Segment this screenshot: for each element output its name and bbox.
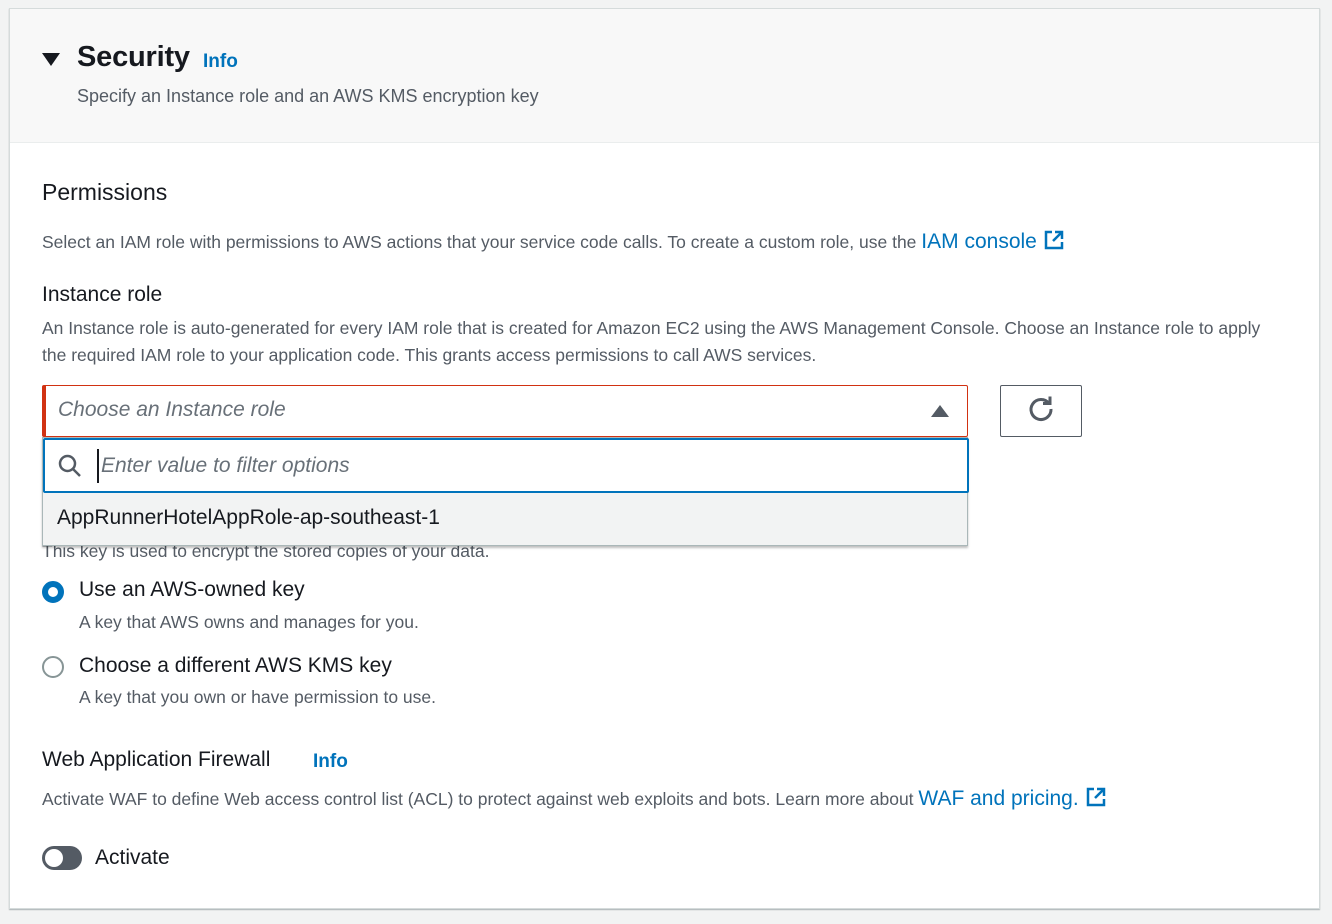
- waf-description: Activate WAF to define Web access contro…: [42, 786, 1107, 814]
- filter-box[interactable]: [43, 438, 969, 493]
- instance-role-label: Instance role: [42, 283, 163, 306]
- external-link-icon: [1043, 229, 1065, 257]
- iam-console-link-label: IAM console: [921, 230, 1037, 253]
- security-panel: Security Info Specify an Instance role a…: [9, 8, 1320, 909]
- custom-kms-key-label[interactable]: Choose a different AWS KMS key: [79, 654, 392, 678]
- external-link-icon: [1085, 786, 1107, 814]
- section-description: Specify an Instance role and an AWS KMS …: [77, 86, 539, 106]
- caret-down-icon[interactable]: [42, 53, 60, 66]
- aws-owned-key-label[interactable]: Use an AWS-owned key: [79, 578, 305, 602]
- aws-owned-key-radio[interactable]: [42, 581, 64, 603]
- aws-owned-key-description: A key that AWS owns and manages for you.: [79, 612, 419, 632]
- section-header[interactable]: Security Info Specify an Instance role a…: [10, 9, 1319, 143]
- waf-heading: Web Application Firewall: [42, 748, 271, 771]
- toggle-knob: [45, 849, 63, 867]
- custom-kms-key-radio[interactable]: [42, 656, 64, 678]
- refresh-button[interactable]: [1000, 385, 1082, 437]
- waf-toggle[interactable]: [42, 846, 82, 870]
- waf-info-link[interactable]: Info: [313, 751, 348, 773]
- permissions-heading: Permissions: [42, 179, 168, 205]
- permissions-description-text: Select an IAM role with permissions to A…: [42, 232, 917, 252]
- caret-up-icon: [931, 405, 949, 417]
- instance-role-placeholder: Choose an Instance role: [58, 398, 286, 421]
- instance-role-select[interactable]: Choose an Instance role: [42, 385, 968, 437]
- permissions-description: Select an IAM role with permissions to A…: [42, 229, 1065, 257]
- dropdown-option[interactable]: AppRunnerHotelAppRole-ap-southeast-1: [43, 493, 967, 545]
- custom-kms-key-description: A key that you own or have permission to…: [79, 687, 436, 707]
- waf-toggle-label[interactable]: Activate: [95, 846, 170, 870]
- search-icon: [57, 453, 83, 484]
- waf-pricing-link[interactable]: WAF and pricing.: [918, 787, 1106, 810]
- header-info-link[interactable]: Info: [203, 51, 238, 73]
- waf-description-text: Activate WAF to define Web access contro…: [42, 789, 914, 809]
- waf-pricing-link-label: WAF and pricing.: [918, 787, 1079, 810]
- refresh-icon: [1026, 394, 1056, 429]
- iam-console-link[interactable]: IAM console: [921, 230, 1065, 253]
- filter-input[interactable]: [97, 449, 897, 483]
- instance-role-dropdown: AppRunnerHotelAppRole-ap-southeast-1: [42, 437, 969, 546]
- section-title: Security: [77, 41, 190, 73]
- instance-role-description: An Instance role is auto-generated for e…: [42, 318, 1261, 365]
